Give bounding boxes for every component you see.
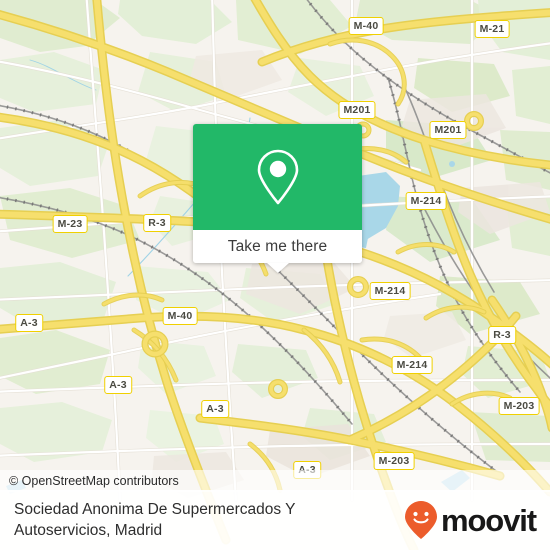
road-shield: M-40	[348, 17, 384, 35]
road-shield: M-203	[498, 397, 540, 415]
map-callout-card[interactable]: Take me there	[193, 124, 362, 273]
moovit-wordmark: moovit	[440, 502, 537, 538]
map-canvas[interactable]: .mw { stroke:#f6df6d; stroke-linecap:rou…	[0, 0, 550, 550]
road-shield: M-203	[373, 452, 415, 470]
callout-action[interactable]: Take me there	[193, 230, 362, 263]
road-shield: A-3	[201, 400, 229, 418]
map-attribution: © OpenStreetMap contributors	[0, 470, 550, 492]
road-shield: M-23	[52, 215, 88, 233]
road-shield: R-3	[488, 326, 516, 344]
road-shield: A-3	[15, 314, 43, 332]
road-shield: M201	[429, 121, 467, 139]
bottom-bar: Sociedad Anonima De Supermercados Y Auto…	[0, 490, 550, 550]
road-shield: M-214	[391, 356, 433, 374]
road-shield: M-21	[474, 20, 510, 38]
attribution-text: © OpenStreetMap contributors	[9, 474, 179, 488]
callout-header	[193, 124, 362, 230]
map-screenshot-root: .mw { stroke:#f6df6d; stroke-linecap:rou…	[0, 0, 550, 550]
place-title: Sociedad Anonima De Supermercados Y Auto…	[14, 501, 296, 539]
callout-pointer	[266, 263, 289, 273]
road-shield: M201	[338, 101, 376, 119]
moovit-brand[interactable]: moovit	[404, 500, 537, 540]
road-shield: M-214	[405, 192, 447, 210]
road-shield: M-214	[369, 282, 411, 300]
map-pin-icon	[257, 149, 298, 205]
road-shield: A-3	[104, 376, 132, 394]
road-shield: M-40	[162, 307, 198, 325]
moovit-smiley-pin-icon	[404, 501, 437, 539]
callout-action-label: Take me there	[227, 237, 328, 255]
road-shield: R-3	[143, 214, 171, 232]
